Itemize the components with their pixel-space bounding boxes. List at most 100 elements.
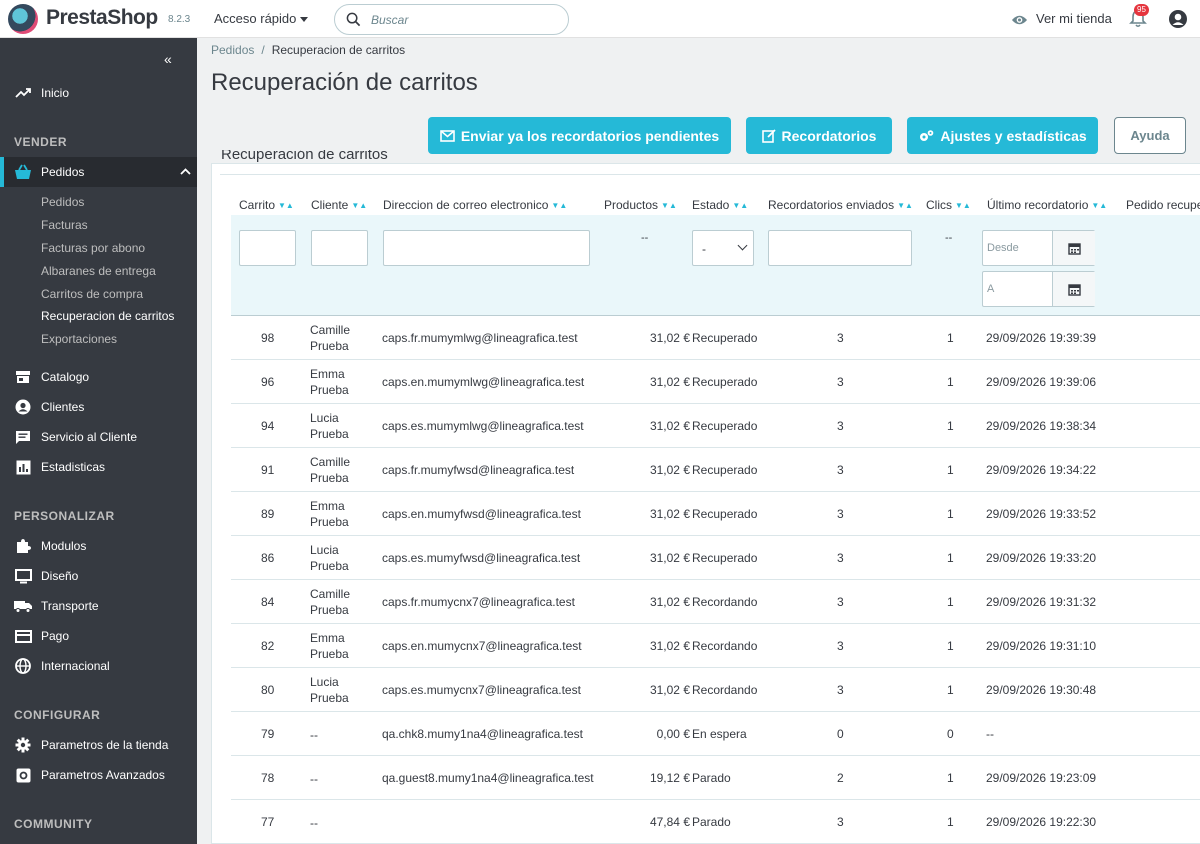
cliente-last: Prueba [310, 515, 349, 529]
submenu-recuperacion-carritos[interactable]: Recuperacion de carritos [41, 309, 174, 323]
sort-icon[interactable]: ▼▲ [897, 201, 913, 210]
quick-access-dropdown[interactable]: Acceso rápido [214, 11, 309, 26]
col-header-ultimo[interactable]: Último recordatorio ▼▲ [987, 198, 1107, 212]
notifications-button[interactable]: 95 [1129, 4, 1149, 33]
cell-productos: 0,00 € [656, 727, 690, 741]
view-shop-link[interactable]: Ver mi tienda [1011, 11, 1112, 26]
cell-ultimo: 29/09/2026 19:34:22 [986, 463, 1097, 477]
chat-icon [14, 428, 32, 446]
cell-enviados: 3 [837, 551, 844, 565]
table-row[interactable]: 82 Emma Prueba caps.en.mumycnx7@lineagraf… [231, 624, 1200, 668]
filter-recordatorios-input[interactable] [768, 230, 912, 266]
cell-enviados: 3 [837, 815, 844, 829]
table-row[interactable]: 86 Lucia Prueba caps.es.mumyfwsd@lineagra… [231, 536, 1200, 580]
table-row[interactable]: 96 Emma Prueba caps.en.mumymlwg@lineagraf… [231, 360, 1200, 404]
desktop-icon [14, 567, 32, 585]
prestashop-logo[interactable]: PrestaShop 8.2.3 [0, 0, 197, 38]
sort-icon[interactable]: ▼▲ [1091, 201, 1107, 210]
cell-productos: 31,02 € [649, 683, 690, 697]
sort-icon[interactable]: ▼▲ [551, 201, 567, 210]
trending-up-icon [14, 84, 32, 102]
reminders-button[interactable]: Recordatorios [746, 117, 892, 154]
cell-cliente: Lucia Prueba [310, 410, 349, 442]
sort-icon[interactable]: ▼▲ [351, 201, 367, 210]
submenu-pedidos[interactable]: Pedidos [41, 195, 84, 209]
cell-ultimo: 29/09/2026 19:31:10 [986, 639, 1097, 653]
sidebar-item-parametros-tienda[interactable]: Parametros de la tienda [0, 730, 197, 760]
quick-access-label: Acceso rápido [214, 11, 297, 26]
submenu-facturas[interactable]: Facturas [41, 218, 88, 232]
filter-cliente-input[interactable] [311, 230, 368, 266]
sort-icon[interactable]: ▼▲ [955, 201, 971, 210]
filter-date-to[interactable]: A [982, 271, 1095, 307]
filter-carrito-input[interactable] [239, 230, 296, 266]
settings-stats-button[interactable]: Ajustes y estadísticas [907, 117, 1098, 154]
submenu-exportaciones[interactable]: Exportaciones [41, 332, 117, 346]
table-row[interactable]: 94 Lucia Prueba caps.es.mumymlwg@lineagra… [231, 404, 1200, 448]
sidebar-item-pedidos[interactable]: Pedidos [0, 157, 197, 187]
search-box[interactable] [334, 4, 569, 35]
cell-estado: Recuperado [692, 507, 758, 521]
sidebar-item-pago[interactable]: Pago [0, 621, 197, 651]
sidebar-item-modulos[interactable]: Modulos [0, 531, 197, 561]
breadcrumb-parent[interactable]: Pedidos [211, 43, 254, 57]
cell-carrito: 96 [261, 375, 275, 389]
cell-carrito: 98 [261, 331, 275, 345]
calendar-icon[interactable] [1052, 272, 1095, 306]
cell-estado: Parado [692, 771, 731, 785]
filter-date-from[interactable]: Desde [982, 230, 1095, 266]
bar-chart-icon [14, 458, 32, 476]
sidebar-item-estadisticas[interactable]: Estadisticas [0, 452, 197, 482]
col-header-pedido[interactable]: Pedido recupe [1126, 198, 1200, 212]
cell-ultimo: -- [986, 727, 994, 741]
sidebar-item-clientes[interactable]: Clientes [0, 392, 197, 422]
basket-icon [14, 163, 32, 181]
send-reminders-button[interactable]: Enviar ya los recordatorios pendientes [428, 117, 731, 154]
cliente-last: Prueba [310, 339, 349, 353]
col-header-carrito[interactable]: Carrito ▼▲ [239, 198, 294, 212]
sidebar-item-servicio-cliente[interactable]: Servicio al Cliente [0, 422, 197, 452]
sidebar-item-parametros-avanzados[interactable]: Parametros Avanzados [0, 760, 197, 790]
col-header-productos[interactable]: Productos ▼▲ [604, 198, 677, 212]
sidebar-item-diseno[interactable]: Diseño [0, 561, 197, 591]
sidebar-item-internacional[interactable]: Internacional [0, 651, 197, 681]
col-header-cliente[interactable]: Cliente ▼▲ [311, 198, 367, 212]
calendar-icon[interactable] [1052, 231, 1095, 265]
section-configurar: CONFIGURAR [14, 708, 101, 722]
help-button[interactable]: Ayuda [1114, 117, 1186, 154]
filter-email-input[interactable] [383, 230, 590, 266]
eye-icon [1011, 15, 1028, 25]
filter-estado-select[interactable]: - [692, 230, 754, 266]
table-row[interactable]: 89 Emma Prueba caps.en.mumyfwsd@lineagraf… [231, 492, 1200, 536]
table-row[interactable]: 98 Camille Prueba caps.fr.mumymlwg@lineag… [231, 316, 1200, 360]
sort-icon[interactable]: ▼▲ [278, 201, 294, 210]
submenu-carritos[interactable]: Carritos de compra [41, 287, 143, 301]
submenu-facturas-abono[interactable]: Facturas por abono [41, 241, 145, 255]
cell-enviados: 3 [837, 595, 844, 609]
table-row[interactable]: 78 -- qa.guest8.mumy1na4@lineagrafica.te… [231, 756, 1200, 800]
sidebar-item-transporte[interactable]: Transporte [0, 591, 197, 621]
sidebar-item-inicio[interactable]: Inicio [0, 78, 197, 108]
table-row[interactable]: 77 -- 47,84 € Parado 3 1 29/09/2026 19:2… [231, 800, 1200, 843]
table-row[interactable]: 80 Lucia Prueba caps.es.mumycnx7@lineagra… [231, 668, 1200, 712]
col-header-clics[interactable]: Clics ▼▲ [926, 198, 971, 212]
sidebar-item-label: Parametros de la tienda [41, 738, 169, 752]
collapse-sidebar-icon[interactable]: « [164, 51, 172, 67]
table-row[interactable]: 91 Camille Prueba caps.fr.mumyfwsd@lineag… [231, 448, 1200, 492]
col-header-email[interactable]: Direccion de correo electronico ▼▲ [383, 198, 567, 212]
table-row[interactable]: 79 -- qa.chk8.mumy1na4@lineagrafica.test… [231, 712, 1200, 756]
cell-cliente: Camille Prueba [310, 454, 350, 486]
help-label: Ayuda [1130, 128, 1170, 143]
table-row[interactable]: 84 Camille Prueba caps.fr.mumycnx7@lineag… [231, 580, 1200, 624]
sort-icon[interactable]: ▼▲ [661, 201, 677, 210]
col-header-recordatorios[interactable]: Recordatorios enviados ▼▲ [768, 198, 913, 212]
submenu-albaranes[interactable]: Albaranes de entrega [41, 264, 156, 278]
sort-icon[interactable]: ▼▲ [732, 201, 748, 210]
sidebar-item-catalogo[interactable]: Catalogo [0, 362, 197, 392]
user-menu-button[interactable] [1168, 9, 1188, 34]
cell-cliente: Lucia Prueba [310, 674, 349, 706]
cell-ultimo: 29/09/2026 19:23:09 [986, 771, 1097, 785]
col-header-label: Cliente [311, 198, 349, 212]
col-header-estado[interactable]: Estado ▼▲ [692, 198, 748, 212]
search-input[interactable] [371, 11, 556, 29]
